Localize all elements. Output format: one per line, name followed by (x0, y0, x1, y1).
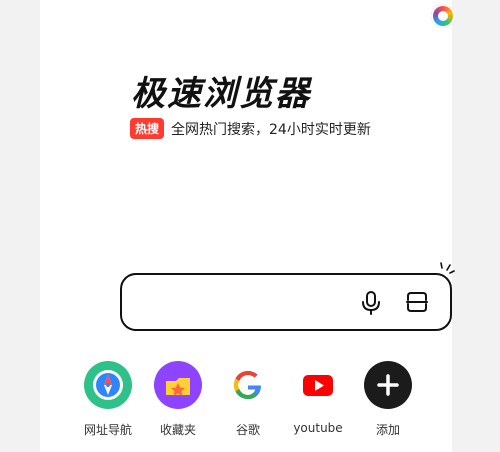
shortcut-label: 网址导航 (83, 423, 132, 437)
shortcut-grid: 网址导航 收藏夹 谷歌 youtube 添加 (78, 361, 418, 441)
scan-icon[interactable] (406, 291, 428, 313)
shortcut-label: 谷歌 (235, 423, 260, 437)
browser-logo-icon[interactable] (431, 4, 455, 28)
shortcut-add[interactable]: 添加 (358, 361, 418, 441)
hot-badge: 热搜 (130, 118, 165, 139)
youtube-icon (294, 361, 342, 409)
shortcut-web-nav[interactable]: 网址导航 (78, 361, 138, 441)
shortcut-google[interactable]: 谷歌 (218, 361, 278, 441)
star-folder-icon (154, 361, 202, 409)
shortcut-label: youtube (293, 421, 343, 435)
google-icon (224, 361, 272, 409)
microphone-icon[interactable] (360, 291, 382, 315)
shortcut-youtube[interactable]: youtube (288, 361, 348, 441)
compass-icon (84, 361, 132, 409)
shortcut-label: 收藏夹 (159, 423, 196, 437)
search-input[interactable] (120, 273, 452, 331)
shortcut-favorites[interactable]: 收藏夹 (148, 361, 208, 441)
shortcut-label: 添加 (375, 423, 400, 437)
hot-search-row[interactable]: 热搜 全网热门搜索，24小时实时更新 (130, 118, 371, 139)
plus-icon (364, 361, 412, 409)
page-title: 极速浏览器 (131, 74, 311, 114)
hot-search-description: 全网热门搜索，24小时实时更新 (171, 121, 371, 138)
